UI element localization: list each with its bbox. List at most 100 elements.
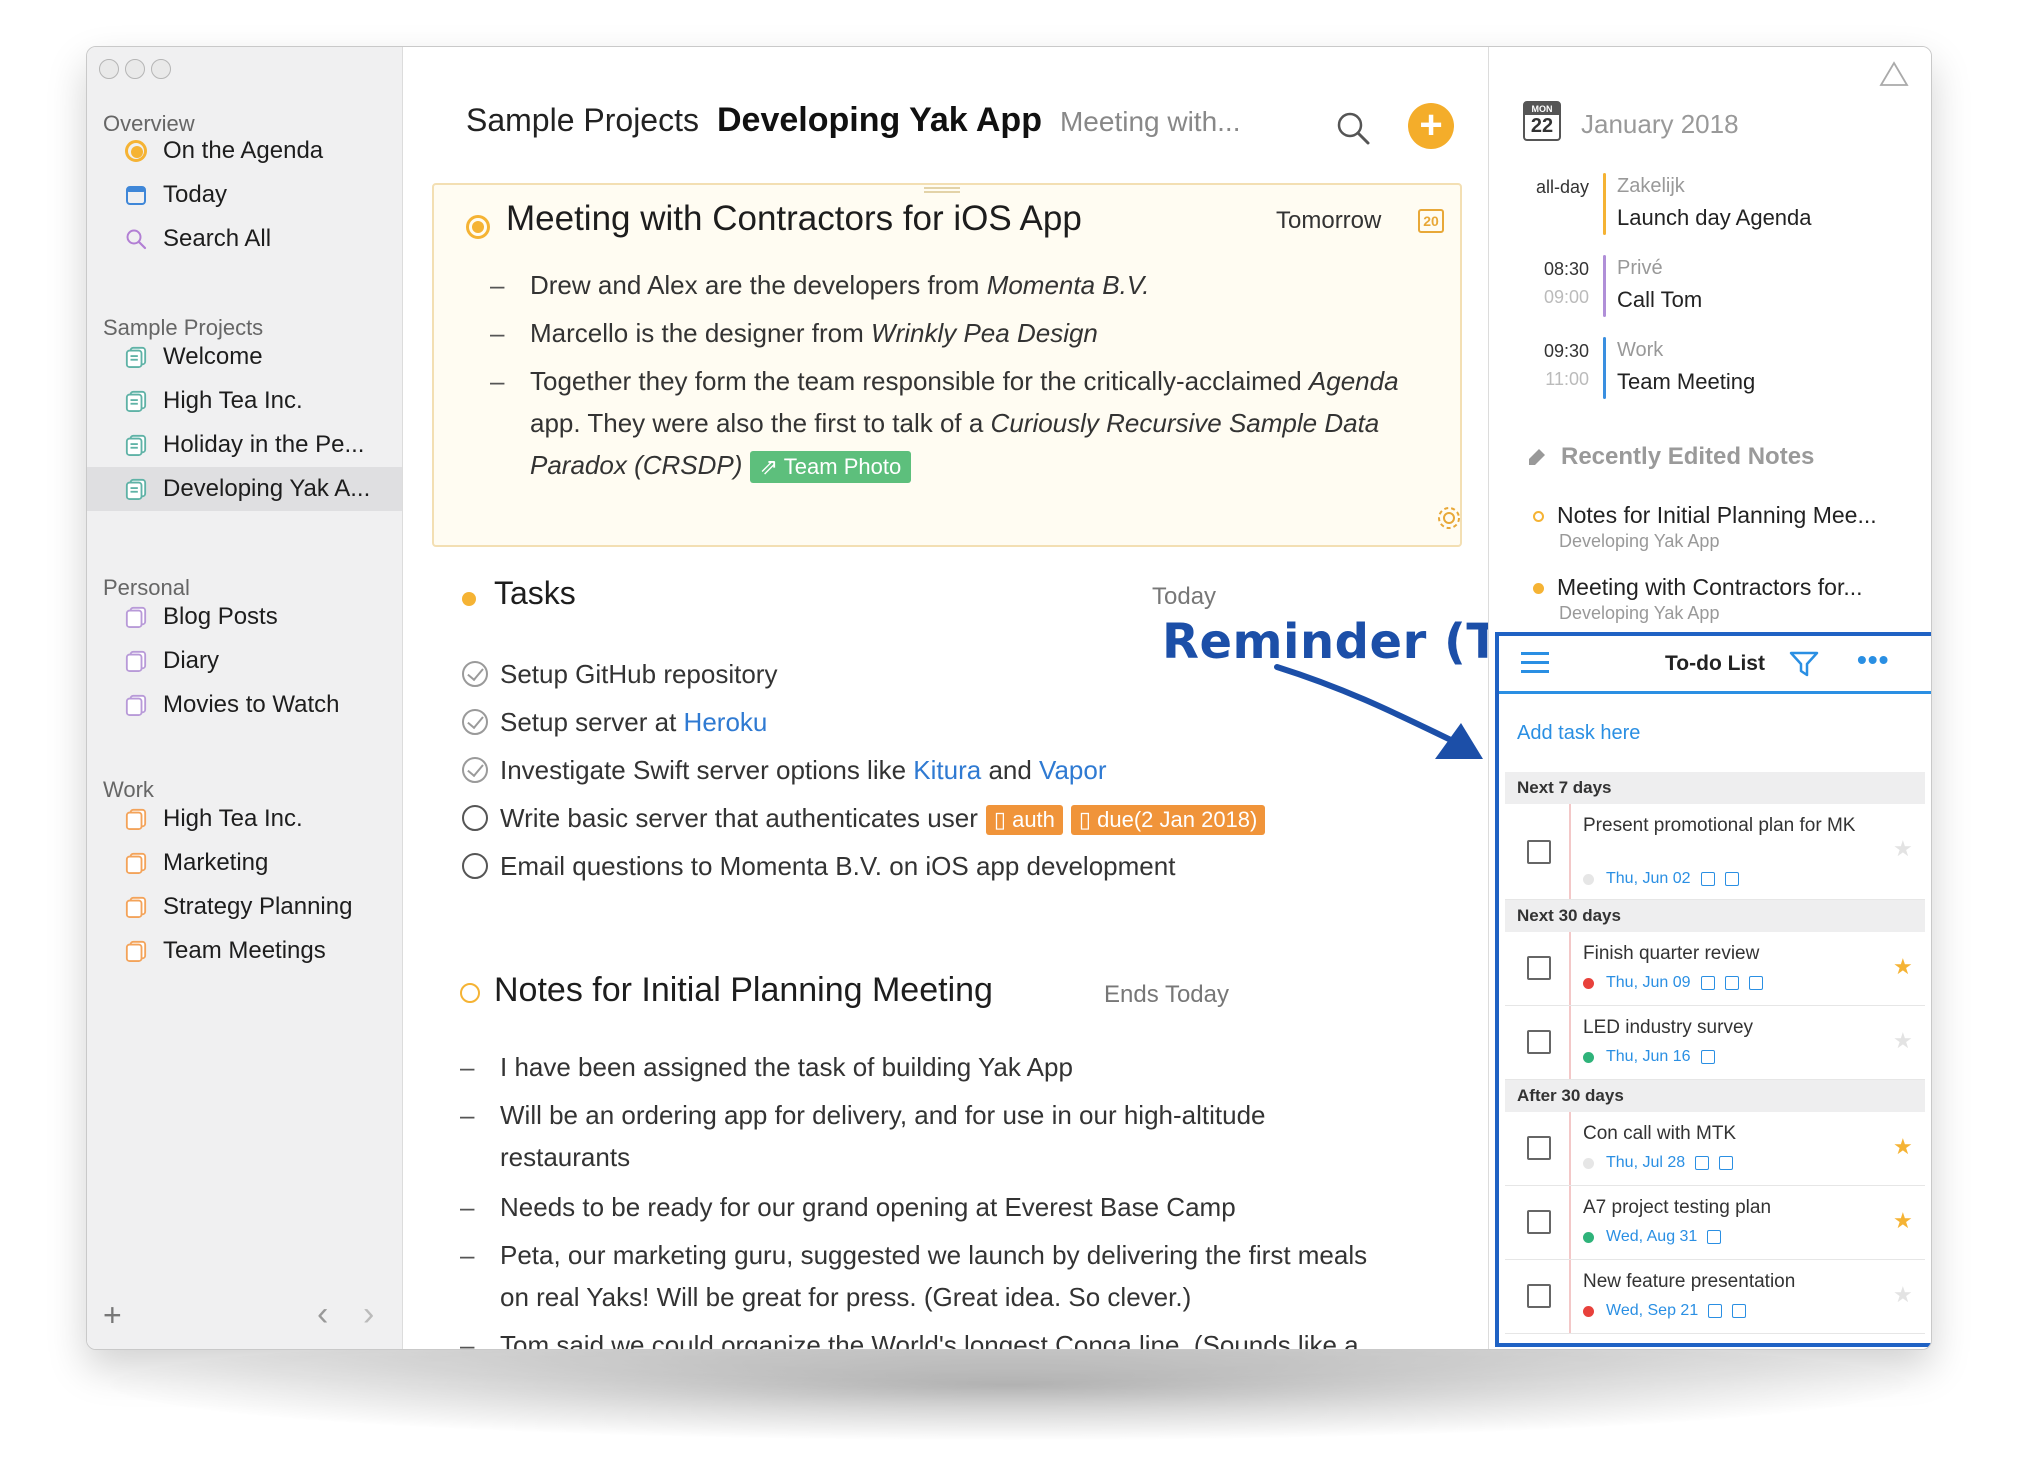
calendar-today-icon[interactable]: MON 22	[1523, 101, 1561, 141]
task-checkbox[interactable]	[462, 661, 488, 687]
kitura-link[interactable]: Kitura	[913, 755, 981, 785]
comment-icon	[1719, 1156, 1734, 1170]
add-task-input[interactable]: Add task here	[1517, 722, 1640, 745]
todo-checkbox[interactable]	[1527, 840, 1551, 864]
add-note-button[interactable]: +	[1408, 103, 1454, 149]
todo-item-title: New feature presentation	[1583, 1271, 1796, 1292]
reminder-icon	[1700, 1050, 1715, 1064]
sidebar-item-welcome[interactable]: Welcome	[87, 335, 402, 379]
recent-note-title[interactable]: Notes for Initial Planning Mee...	[1557, 502, 1877, 529]
note-date[interactable]: Tomorrow	[1276, 207, 1381, 235]
breadcrumb-project-group[interactable]: Sample Projects	[466, 102, 699, 139]
priority-dot	[1583, 1157, 1594, 1169]
drag-handle[interactable]	[924, 187, 960, 193]
search-icon[interactable]	[1334, 109, 1374, 149]
close-window-button[interactable]	[99, 59, 119, 79]
back-button[interactable]: ‹	[317, 1295, 328, 1334]
sidebar-item-work-high-tea[interactable]: High Tea Inc.	[87, 797, 402, 841]
task-checkbox[interactable]	[462, 757, 488, 783]
event-title[interactable]: Call Tom	[1617, 287, 1702, 313]
sidebar-item-on-the-agenda[interactable]: On the Agenda	[87, 129, 402, 173]
zoom-window-button[interactable]	[151, 59, 171, 79]
recent-note-title[interactable]: Meeting with Contractors for...	[1557, 574, 1863, 601]
sidebar-item-high-tea[interactable]: High Tea Inc.	[87, 379, 402, 423]
note-title[interactable]: Notes for Initial Planning Meeting	[494, 971, 993, 1010]
note-bullet: – I have been assigned the task of buildi…	[460, 1052, 1073, 1082]
note-bullet: – Tom said we could organize the World's …	[460, 1330, 1359, 1349]
star-icon[interactable]: ★	[1893, 1134, 1913, 1160]
calendar-date-icon[interactable]: 20	[1418, 209, 1444, 233]
breadcrumb-note[interactable]: Meeting with...	[1060, 106, 1241, 138]
sidebar-item-holiday[interactable]: Holiday in the Pe...	[87, 423, 402, 467]
sidebar-item-label: Welcome	[163, 343, 263, 370]
callout-arrow	[1274, 664, 1483, 759]
todo-checkbox[interactable]	[1527, 1210, 1551, 1234]
sidebar-item-label: Movies to Watch	[163, 691, 340, 718]
note-title[interactable]: Meeting with Contractors for iOS App	[506, 199, 1082, 239]
filter-icon[interactable]	[1789, 650, 1819, 678]
add-project-button[interactable]: +	[103, 1297, 122, 1334]
event-calendar-name: Work	[1617, 339, 1664, 361]
todo-item[interactable]: A7 project testing plan Wed, Aug 31 ★	[1505, 1186, 1925, 1260]
forward-button[interactable]: ›	[363, 1295, 374, 1334]
right-panel: MON 22 January 2018 all-day Zakelijk Lau…	[1488, 47, 1931, 1349]
todo-item[interactable]: Con call with MTK Thu, Jul 28 ★	[1505, 1112, 1925, 1186]
more-options-icon[interactable]: •••	[1857, 646, 1889, 674]
task-checkbox[interactable]	[462, 805, 488, 831]
sidebar-item-today[interactable]: Today	[87, 173, 402, 217]
task-checkbox[interactable]	[462, 709, 488, 735]
tasks-date[interactable]: Today	[1152, 583, 1216, 611]
todo-item[interactable]: LED industry survey Thu, Jun 16 ★	[1505, 1006, 1925, 1080]
todo-item-title: A7 project testing plan	[1583, 1197, 1772, 1218]
sidebar-item-strategy[interactable]: Strategy Planning	[87, 885, 402, 929]
sidebar-item-developing-yak[interactable]: Developing Yak A...	[87, 467, 402, 511]
note-status-icon[interactable]	[460, 983, 480, 1003]
star-icon[interactable]: ★	[1893, 1282, 1913, 1308]
todo-header: To-do List •••	[1499, 636, 1931, 694]
project-doc-icon	[125, 434, 147, 456]
task-checkbox[interactable]	[462, 853, 488, 879]
todo-checkbox[interactable]	[1527, 956, 1551, 980]
todo-checkbox[interactable]	[1527, 1030, 1551, 1054]
note-date[interactable]: Ends Today	[1104, 981, 1229, 1009]
sidebar-item-movies[interactable]: Movies to Watch	[87, 683, 402, 727]
note-bullet-continued: Paradox (CRSDP) ⇗ Team Photo	[530, 447, 912, 483]
project-doc-icon	[125, 694, 147, 716]
star-icon[interactable]: ★	[1893, 1028, 1913, 1054]
sidebar-item-team-meetings[interactable]: Team Meetings	[87, 929, 402, 973]
todo-checkbox[interactable]	[1527, 1284, 1551, 1308]
gear-icon[interactable]	[1434, 503, 1464, 533]
sidebar-item-label: Developing Yak A...	[163, 475, 371, 502]
todo-item[interactable]: Finish quarter review Thu, Jun 09 ★	[1505, 932, 1925, 1006]
priority-dot	[1583, 1305, 1594, 1317]
event-title[interactable]: Launch day Agenda	[1617, 205, 1812, 231]
breadcrumb-project[interactable]: Developing Yak App	[717, 101, 1042, 140]
agenda-status-icon[interactable]	[466, 215, 490, 239]
sidebar-item-diary[interactable]: Diary	[87, 639, 402, 683]
sidebar-item-search-all[interactable]: Search All	[87, 217, 402, 261]
event-title[interactable]: Team Meeting	[1617, 369, 1755, 395]
todo-item-meta: Thu, Jul 28	[1583, 1154, 1734, 1172]
todo-item-meta: Thu, Jun 16	[1583, 1048, 1715, 1066]
heroku-link[interactable]: Heroku	[684, 707, 768, 737]
star-icon[interactable]: ★	[1893, 954, 1913, 980]
star-icon[interactable]: ★	[1893, 1208, 1913, 1234]
tag-auth[interactable]: ▯ auth	[985, 805, 1063, 835]
todo-item[interactable]: Present promotional plan for MK Thu, Jun…	[1505, 804, 1925, 900]
todo-item[interactable]: New feature presentation Wed, Sep 21 ★	[1505, 1260, 1925, 1334]
minimize-window-button[interactable]	[125, 59, 145, 79]
vapor-link[interactable]: Vapor	[1039, 755, 1106, 785]
todo-checkbox[interactable]	[1527, 1136, 1551, 1160]
event-calendar-name: Privé	[1617, 257, 1663, 279]
sidebar-item-blog-posts[interactable]: Blog Posts	[87, 595, 402, 639]
team-photo-attachment[interactable]: ⇗ Team Photo	[749, 451, 912, 483]
tag-due-date[interactable]: ▯ due(2 Jan 2018)	[1070, 805, 1266, 835]
event-time: 08:30	[1543, 259, 1589, 279]
warning-icon[interactable]	[1879, 61, 1909, 87]
tasks-title[interactable]: Tasks	[494, 575, 576, 612]
star-icon[interactable]: ★	[1893, 836, 1913, 862]
event-calendar-name: Zakelijk	[1617, 175, 1685, 197]
sidebar-item-label: Marketing	[163, 849, 269, 876]
sidebar-item-marketing[interactable]: Marketing	[87, 841, 402, 885]
note-card-meeting[interactable]: Meeting with Contractors for iOS App Tom…	[432, 183, 1462, 547]
